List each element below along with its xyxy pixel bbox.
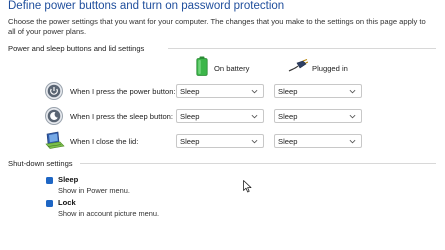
chevron-down-icon [251, 114, 258, 119]
select-value: Sleep [278, 111, 298, 121]
page-title: Define power buttons and turn on passwor… [8, 0, 285, 12]
battery-icon [196, 56, 208, 81]
power-button-row: When I press the power button: [44, 79, 176, 103]
chevron-down-icon [251, 139, 258, 144]
lid-label: When I close the lid: [70, 136, 139, 146]
select-value: Sleep [180, 136, 200, 146]
lid-plugged-in-select[interactable]: Sleep [274, 134, 362, 148]
chevron-down-icon [349, 89, 356, 94]
plug-icon [288, 58, 309, 78]
sleep-option: Sleep Show in Power menu. [46, 175, 130, 195]
section-divider [168, 48, 436, 49]
lid-row: When I close the lid: [44, 129, 138, 153]
checkmark-icon [46, 207, 53, 212]
section-divider [80, 163, 436, 164]
select-value: Sleep [278, 86, 298, 96]
column-plugged-in: Plugged in [288, 55, 348, 81]
sleep-button-icon [44, 106, 64, 126]
column-on-battery: On battery [196, 55, 249, 81]
lid-on-battery-select[interactable]: Sleep [176, 134, 264, 148]
page-description: Choose the power settings that you want … [8, 17, 426, 36]
chevron-down-icon [349, 114, 356, 119]
sleep-button-on-battery-select[interactable]: Sleep [176, 109, 264, 123]
laptop-lid-icon [44, 131, 65, 151]
sleep-option-title: Sleep [58, 175, 79, 184]
power-section-title: Power and sleep buttons and lid settings [8, 44, 145, 53]
chevron-down-icon [349, 139, 356, 144]
sleep-button-label: When I press the sleep button: [70, 111, 173, 121]
power-button-plugged-in-select[interactable]: Sleep [274, 84, 362, 98]
power-button-icon [44, 81, 64, 101]
sleep-option-description: Show in Power menu. [58, 186, 130, 195]
sleep-checkbox[interactable] [46, 177, 53, 189]
lock-option-description: Show in account picture menu. [58, 209, 160, 218]
checkmark-icon [46, 184, 53, 189]
sleep-button-plugged-in-select[interactable]: Sleep [274, 109, 362, 123]
plugged-in-label: Plugged in [312, 63, 348, 73]
sleep-button-row: When I press the sleep button: [44, 104, 173, 128]
select-value: Sleep [278, 136, 298, 146]
lock-option-title: Lock [58, 198, 76, 207]
lock-option: Lock Show in account picture menu. [46, 198, 159, 218]
select-value: Sleep [180, 111, 200, 121]
on-battery-label: On battery [214, 63, 250, 73]
mouse-cursor-icon [243, 180, 252, 193]
chevron-down-icon [251, 89, 258, 94]
power-button-on-battery-select[interactable]: Sleep [176, 84, 264, 98]
lock-checkbox[interactable] [46, 200, 53, 212]
shutdown-section-title: Shut-down settings [8, 159, 73, 168]
select-value: Sleep [180, 86, 200, 96]
power-button-label: When I press the power button: [70, 86, 176, 96]
